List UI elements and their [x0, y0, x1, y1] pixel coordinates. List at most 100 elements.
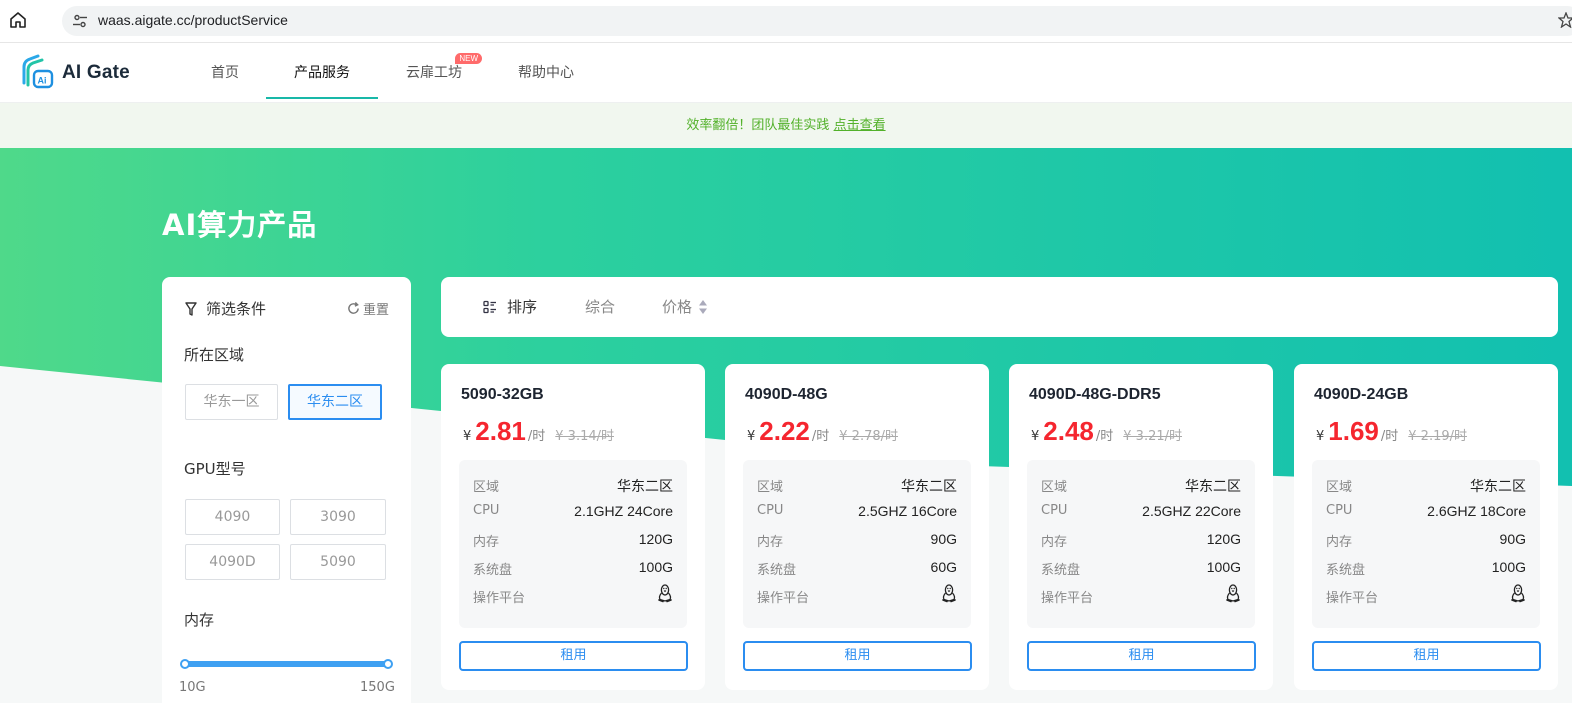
url-text[interactable]: waas.aigate.cc/productService	[98, 12, 288, 28]
sort-arrows-icon	[699, 300, 708, 314]
spec-row-cpu: CPU 2.1GHZ 24Core	[473, 503, 673, 523]
sort-option-label: 综合	[585, 298, 616, 316]
memory-slider-max-handle[interactable]	[383, 659, 393, 669]
spec-value: 2.5GHZ 22Core	[1142, 503, 1241, 519]
logo-text: AI Gate	[62, 62, 130, 83]
spec-panel: 区域 华东二区 CPU 2.5GHZ 16Core 内存 90G 系统盘 60G 操作平…	[743, 460, 971, 628]
spec-row-memory: 内存 90G	[757, 531, 957, 551]
rent-button[interactable]: 租用	[743, 641, 972, 671]
sort-label: 排序	[483, 277, 537, 337]
currency-symbol: ¥	[1316, 429, 1325, 444]
reset-button[interactable]: 重置	[347, 299, 389, 318]
spec-key: CPU	[473, 503, 500, 518]
sort-list-icon	[483, 300, 496, 314]
spec-row-memory: 内存 120G	[1041, 531, 1241, 551]
nav-item-workshop[interactable]: 云扉工坊 NEW	[404, 43, 482, 99]
spec-row-platform: 操作平台	[473, 584, 673, 607]
nav-item-help-center[interactable]: 帮助中心	[514, 43, 578, 99]
spec-row-system-disk: 系统盘 100G	[473, 559, 673, 579]
memory-max-label: 150G	[360, 680, 395, 695]
nav-item-home[interactable]: 首页	[206, 43, 244, 99]
original-price: ¥ 3.21/时	[1123, 429, 1183, 444]
rent-button[interactable]: 租用	[1027, 641, 1256, 671]
spec-row-cpu: CPU 2.6GHZ 18Core	[1326, 503, 1526, 523]
nav-item-product-service[interactable]: 产品服务	[266, 43, 378, 99]
spec-key: CPU	[757, 503, 784, 518]
memory-slider-min-handle[interactable]	[180, 659, 190, 669]
product-price: ¥ 2.48 /时 ¥ 3.21/时	[1031, 416, 1182, 447]
spec-value: 2.6GHZ 18Core	[1427, 503, 1526, 519]
browser-toolbar: waas.aigate.cc/productService	[0, 0, 1572, 43]
spec-key: 内存	[757, 535, 784, 550]
spec-row-region: 区域 华东二区	[1326, 476, 1526, 496]
linux-icon	[1511, 584, 1525, 603]
sort-option-label: 价格	[662, 298, 693, 316]
product-card-2: 4090D-48G ¥ 2.22 /时 ¥ 2.78/时 区域 华东二区 CPU 2…	[725, 364, 989, 690]
spec-key: 操作平台	[1326, 591, 1379, 606]
memory-range-slider[interactable]	[184, 661, 390, 667]
spec-key: 区域	[1041, 480, 1068, 495]
svg-text:Ai: Ai	[38, 76, 47, 86]
page-title: AI算力产品	[162, 208, 318, 242]
price-value: 2.48	[1043, 416, 1094, 446]
product-price: ¥ 2.81 /时 ¥ 3.14/时	[463, 416, 614, 447]
spec-panel: 区域 华东二区 CPU 2.1GHZ 24Core 内存 120G 系统盘 100G 操…	[459, 460, 687, 628]
spec-key: 操作平台	[757, 591, 810, 606]
spec-row-platform: 操作平台	[757, 584, 957, 607]
site-logo[interactable]: Ai AI Gate	[18, 53, 130, 93]
filter-title: 筛选条件	[206, 300, 267, 318]
spec-row-memory: 内存 90G	[1326, 531, 1526, 551]
memory-min-label: 10G	[179, 680, 206, 695]
spec-row-memory: 内存 120G	[473, 531, 673, 551]
sort-option-overall[interactable]: 综合	[585, 277, 615, 337]
gpu-option-3090[interactable]: 3090	[290, 499, 386, 535]
address-bar[interactable]: waas.aigate.cc/productService	[62, 6, 1572, 36]
linux-icon	[1226, 584, 1240, 603]
region-option-east-2[interactable]: 华东二区	[288, 384, 382, 420]
site-settings-icon[interactable]	[72, 13, 88, 29]
sort-label-text: 排序	[507, 298, 538, 316]
region-option-east-1[interactable]: 华东一区	[185, 384, 278, 420]
spec-key: 系统盘	[473, 563, 513, 578]
product-card-4: 4090D-24GB ¥ 1.69 /时 ¥ 2.19/时 区域 华东二区 CPU…	[1294, 364, 1558, 690]
spec-key: CPU	[1326, 503, 1353, 518]
spec-value: 120G	[638, 531, 673, 547]
spec-value: 90G	[930, 531, 957, 547]
spec-key: 内存	[1326, 535, 1353, 550]
sort-bar: 排序 综合 价格	[441, 277, 1558, 337]
nav-item-label: 帮助中心	[518, 65, 574, 81]
home-icon[interactable]	[9, 11, 27, 29]
spec-key: 内存	[1041, 535, 1068, 550]
spec-key: 系统盘	[1326, 563, 1366, 578]
bookmark-star-icon[interactable]	[1558, 12, 1572, 28]
currency-symbol: ¥	[1031, 429, 1040, 444]
spec-key: 操作平台	[473, 591, 526, 606]
spec-value: 100G	[638, 559, 673, 575]
spec-panel: 区域 华东二区 CPU 2.6GHZ 18Core 内存 90G 系统盘 100G 操作…	[1312, 460, 1540, 628]
product-card-1: 5090-32GB ¥ 2.81 /时 ¥ 3.14/时 区域 华东二区 CPU 2…	[441, 364, 705, 690]
announcement-link[interactable]: 点击查看	[834, 118, 886, 133]
spec-row-system-disk: 系统盘 60G	[757, 559, 957, 579]
memory-label: 内存	[184, 611, 215, 629]
product-name: 4090D-48G	[745, 386, 828, 403]
spec-row-platform: 操作平台	[1326, 584, 1526, 607]
spec-panel: 区域 华东二区 CPU 2.5GHZ 22Core 内存 120G 系统盘 100G 操…	[1027, 460, 1255, 628]
rent-button[interactable]: 租用	[459, 641, 688, 671]
spec-key: 系统盘	[757, 563, 797, 578]
filter-panel: 筛选条件 重置 所在区域 华东一区 华东二区 GPU型号 4090 3090 4…	[162, 277, 411, 703]
sort-option-price[interactable]: 价格	[662, 277, 708, 337]
spec-row-platform: 操作平台	[1041, 584, 1241, 607]
spec-value: 90G	[1499, 531, 1526, 547]
product-name: 5090-32GB	[461, 386, 544, 403]
original-price: ¥ 3.14/时	[555, 429, 615, 444]
site-header: Ai AI Gate 首页 产品服务 云扉工坊 NEW 帮助中心	[0, 43, 1572, 103]
new-badge: NEW	[455, 53, 482, 64]
gpu-option-4090[interactable]: 4090	[185, 499, 280, 535]
ai-gate-logo-icon: Ai	[22, 54, 54, 89]
spec-key: 区域	[473, 480, 500, 495]
gpu-option-5090[interactable]: 5090	[290, 544, 386, 580]
spec-value: 华东二区	[1185, 478, 1241, 494]
gpu-option-4090d[interactable]: 4090D	[185, 544, 280, 580]
rent-button[interactable]: 租用	[1312, 641, 1541, 671]
original-price: ¥ 2.78/时	[839, 429, 899, 444]
